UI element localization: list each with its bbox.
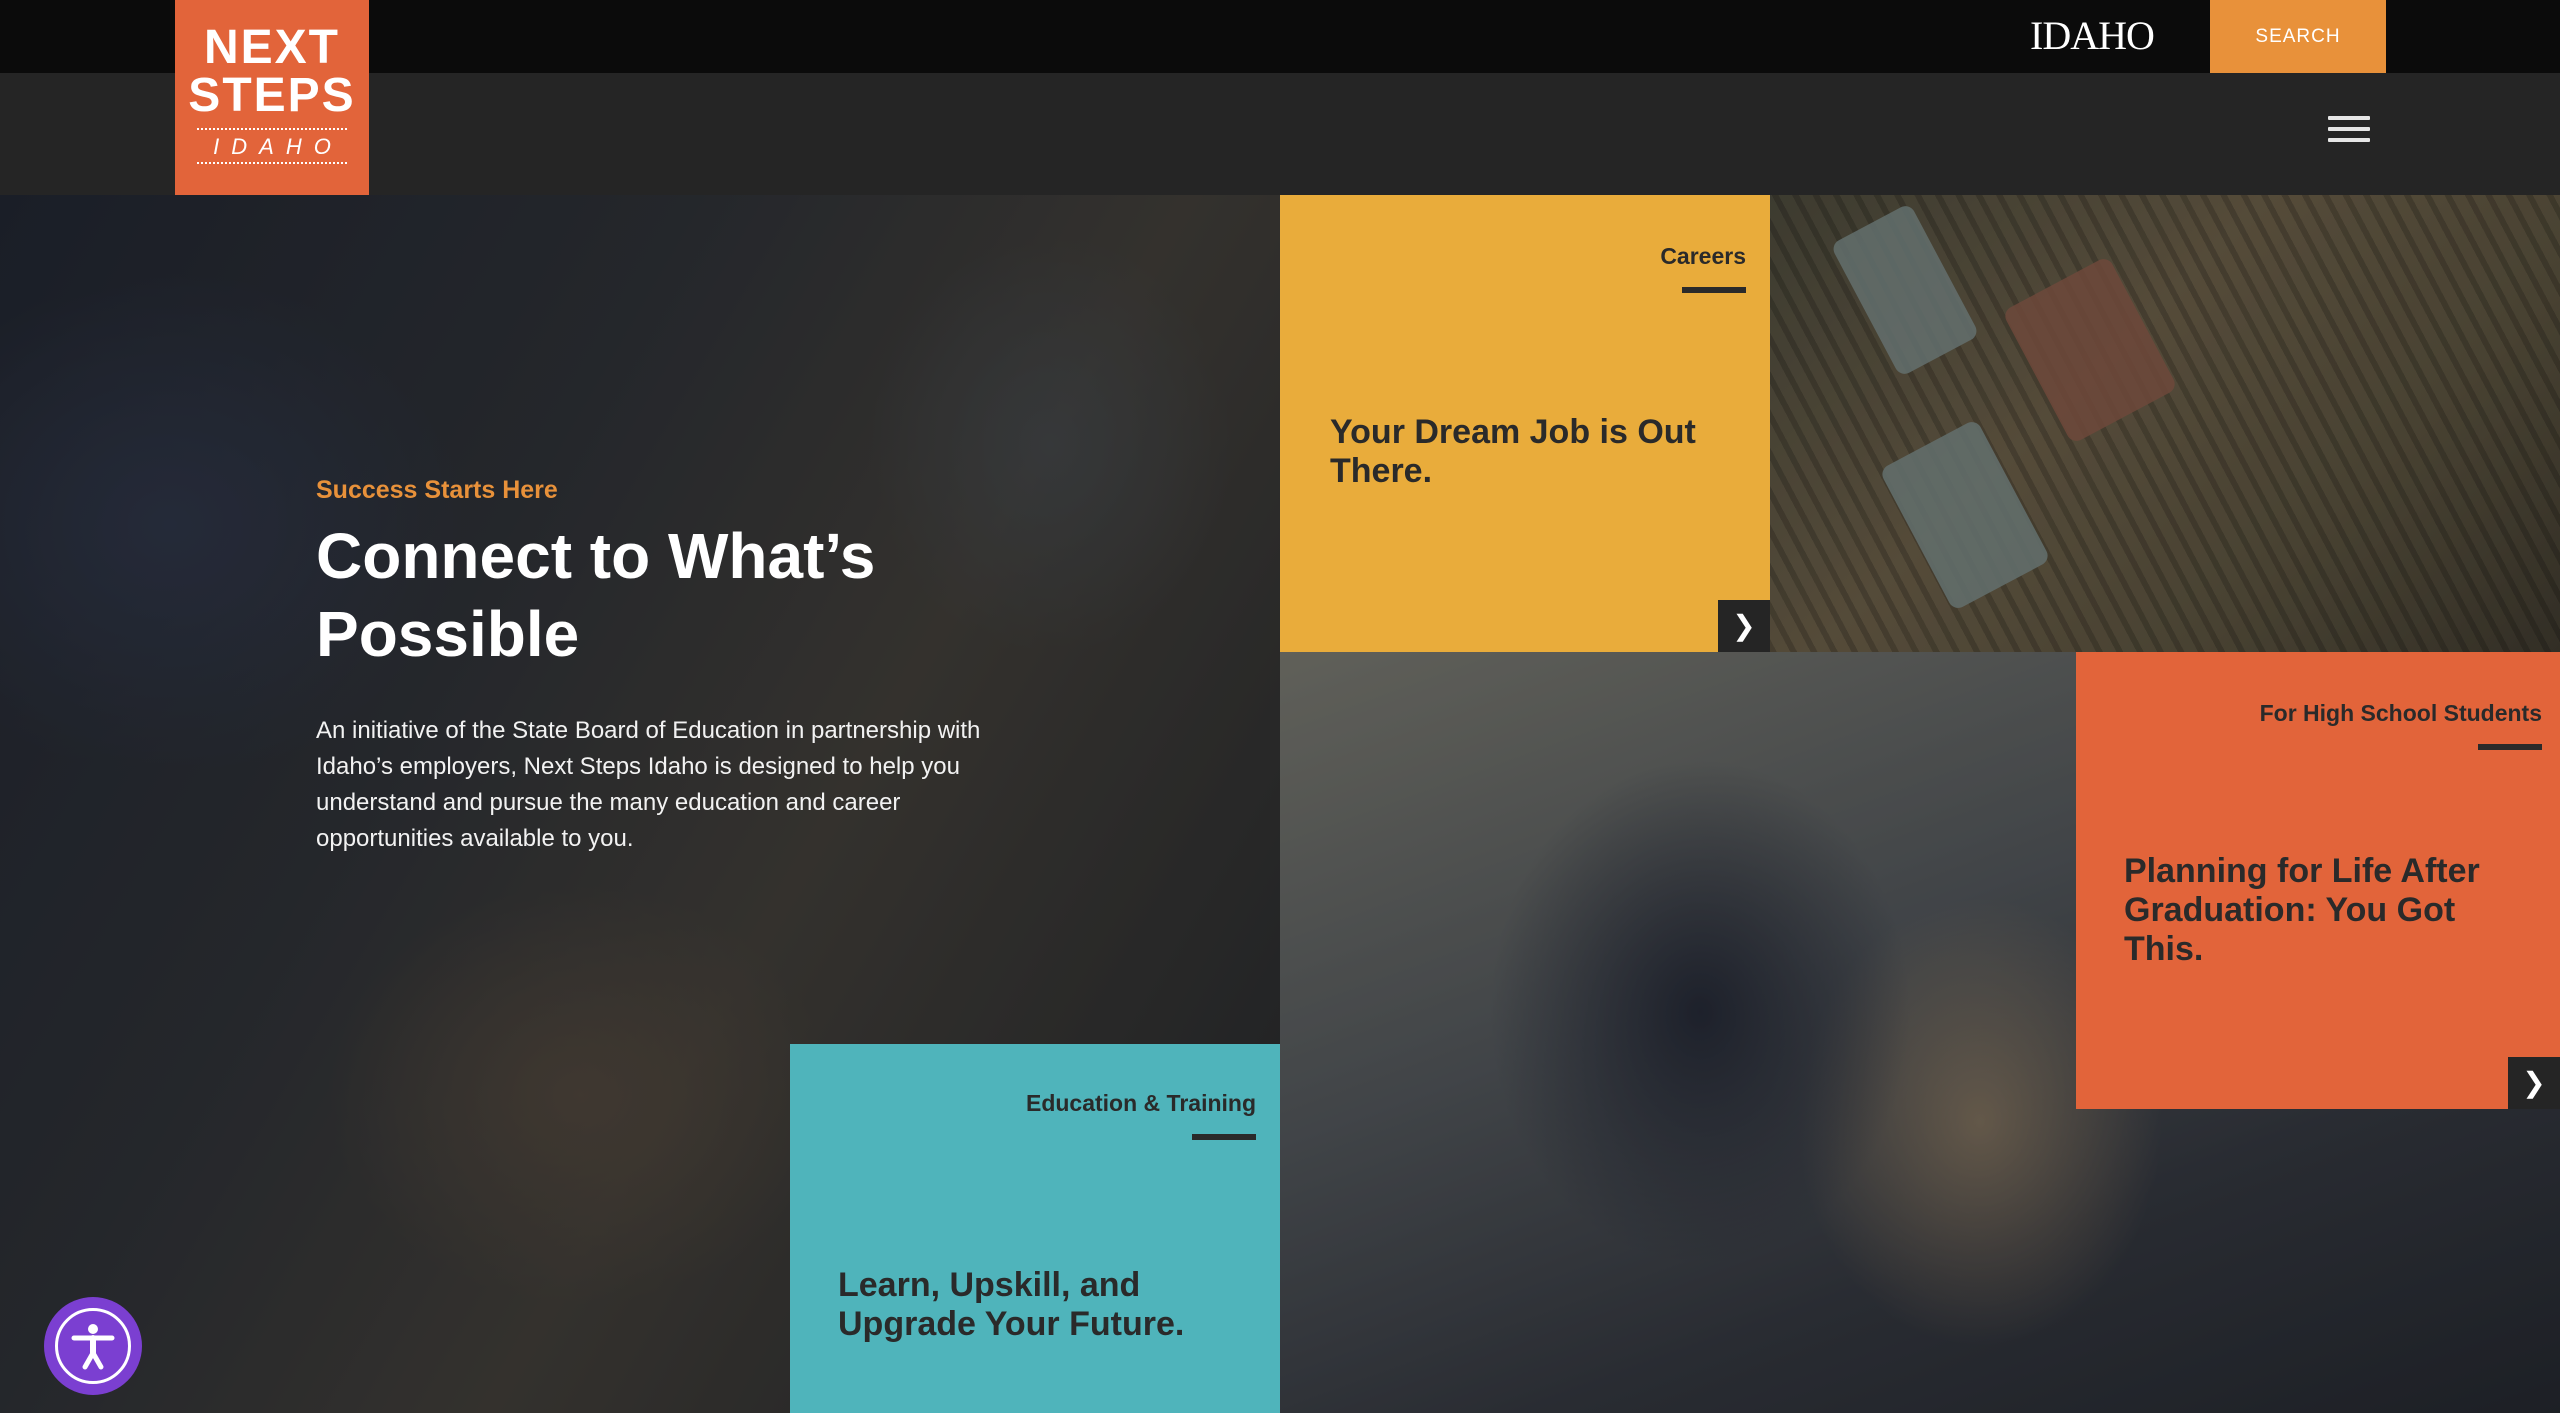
search-button[interactable]: SEARCH bbox=[2210, 0, 2386, 73]
hamburger-menu-icon[interactable] bbox=[2328, 116, 2370, 148]
hero-eyebrow: Success Starts Here bbox=[316, 476, 558, 504]
careers-label: Careers bbox=[1660, 243, 1746, 269]
chevron-right-icon: ❯ bbox=[2522, 1067, 2546, 1098]
farm-photo bbox=[1770, 195, 2560, 652]
idaho-state-logo[interactable]: IDAHO bbox=[2030, 14, 2155, 58]
high-school-label-rule bbox=[2478, 744, 2542, 750]
high-school-label: For High School Students bbox=[2259, 700, 2542, 726]
page: IDAHO SEARCH NEXT STEPS IDAHO Success St… bbox=[0, 0, 2560, 1413]
trailer-shape bbox=[2001, 255, 2179, 445]
careers-label-rule bbox=[1682, 287, 1746, 293]
harvester-shape bbox=[1878, 418, 2052, 612]
next-steps-logo[interactable]: NEXT STEPS IDAHO bbox=[175, 0, 369, 195]
careers-title: Your Dream Job is Out There. bbox=[1330, 413, 1696, 490]
high-school-tile[interactable]: For High School Students Planning for Li… bbox=[2076, 652, 2560, 1109]
main-nav-bar bbox=[0, 73, 2560, 195]
careers-arrow-button[interactable]: ❯ bbox=[1718, 600, 1770, 652]
logo-line-next: NEXT bbox=[203, 21, 340, 74]
education-training-tile[interactable]: Education & Training Learn, Upskill, and… bbox=[790, 1044, 1280, 1413]
education-title: Learn, Upskill, and Upgrade Your Future. bbox=[838, 1266, 1185, 1343]
accessibility-button[interactable] bbox=[44, 1297, 142, 1395]
logo-line-steps: STEPS bbox=[188, 69, 356, 122]
logo-line-idaho: IDAHO bbox=[197, 128, 347, 164]
hero-content: Success Starts Here Connect to What’s Po… bbox=[316, 475, 1016, 857]
high-school-title: Planning for Life After Graduation: You … bbox=[2124, 852, 2480, 968]
tractor-shape bbox=[1830, 202, 1980, 378]
high-school-arrow-button[interactable]: ❯ bbox=[2508, 1057, 2560, 1109]
education-label: Education & Training bbox=[1025, 1090, 1256, 1116]
careers-tile[interactable]: Careers Your Dream Job is Out There. ❯ bbox=[1280, 195, 1770, 652]
education-label-rule bbox=[1192, 1134, 1256, 1140]
chevron-right-icon: ❯ bbox=[1732, 610, 1756, 641]
top-utility-bar: IDAHO SEARCH bbox=[0, 0, 2560, 73]
hero-title: Connect to What’s Possible bbox=[316, 520, 876, 670]
accessibility-icon bbox=[55, 1308, 131, 1384]
hero-description: An initiative of the State Board of Educ… bbox=[316, 717, 981, 852]
